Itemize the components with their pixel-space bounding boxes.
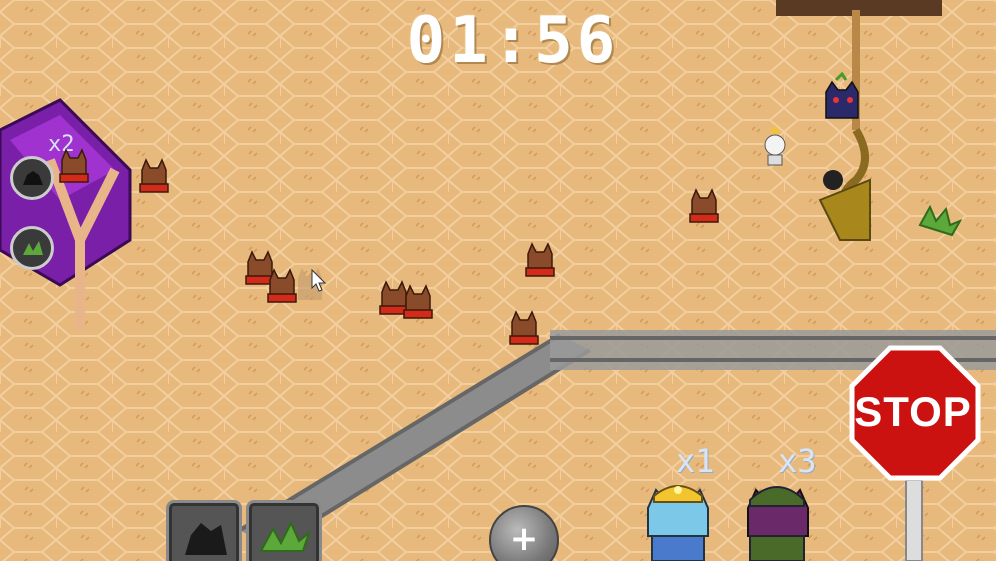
soldier-count: x3	[778, 442, 817, 480]
miner-cat-unit[interactable]	[638, 478, 718, 561]
stop-sign-label: STOP	[854, 388, 972, 435]
game-stage[interactable]: 01:56 x2 + x1 x3 STOP	[0, 0, 996, 561]
plus-icon: +	[509, 519, 539, 559]
coal-icon[interactable]	[10, 156, 54, 200]
stop-sign-pole	[905, 479, 923, 561]
desert-hex-ground	[0, 0, 996, 561]
tower-multiplier: x2	[48, 132, 75, 157]
herb-slot[interactable]	[246, 500, 322, 561]
coal-icon	[185, 523, 227, 555]
herb-icon	[259, 520, 312, 552]
crane-rope	[852, 10, 860, 130]
herb-icon[interactable]	[10, 226, 54, 270]
miner-count: x1	[676, 442, 715, 480]
coal-slot[interactable]	[166, 500, 242, 561]
soldier-cat-unit[interactable]	[734, 478, 820, 561]
countdown-timer: 01:56	[406, 4, 620, 78]
